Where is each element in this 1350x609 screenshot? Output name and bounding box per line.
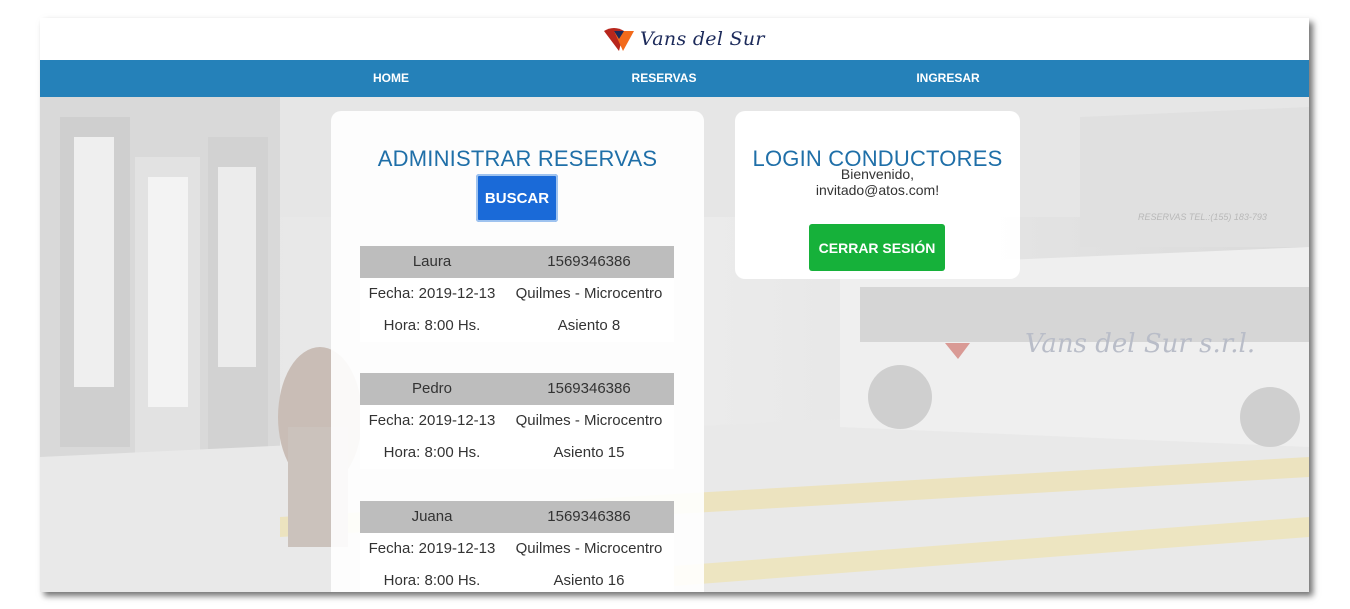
main-navbar: HOME RESERVAS INGRESAR <box>40 60 1309 97</box>
passenger-phone: 1569346386 <box>547 508 631 525</box>
reservation-date: Fecha: 2019-12-13 <box>368 285 496 302</box>
buscar-button[interactable]: BUSCAR <box>476 174 558 222</box>
reservation-header: Juana 1569346386 <box>360 501 674 533</box>
welcome-greeting: Bienvenido, <box>840 166 915 182</box>
welcome-message: Bienvenido, invitado@atos.com! <box>735 166 1020 198</box>
passenger-name: Laura <box>412 253 452 270</box>
reservation-time-row: Hora: 8:00 Hs. Asiento 8 <box>360 310 674 342</box>
reservation-time-row: Hora: 8:00 Hs. Asiento 16 <box>360 565 674 592</box>
reservation-header: Pedro 1569346386 <box>360 373 674 405</box>
reservation-time: Hora: 8:00 Hs. <box>383 317 481 334</box>
reservation-seat: Asiento 8 <box>557 317 621 334</box>
reservation-time-row: Hora: 8:00 Hs. Asiento 15 <box>360 437 674 469</box>
reservation-time: Hora: 8:00 Hs. <box>383 572 481 589</box>
reservation-date: Fecha: 2019-12-13 <box>368 412 496 429</box>
van-brand-text: Vans del Sur s.r.l. <box>1025 329 1255 359</box>
nav-ingresar[interactable]: INGRESAR <box>916 60 979 97</box>
reservation-route: Quilmes - Microcentro <box>515 540 663 557</box>
van-sign-text: RESERVAS TEL.:(155) 183-793 <box>1138 212 1267 222</box>
passenger-name: Juana <box>411 508 453 525</box>
reservation-card[interactable]: Pedro 1569346386 Fecha: 2019-12-13 Quilm… <box>360 373 674 469</box>
reservation-header: Laura 1569346386 <box>360 246 674 278</box>
reservas-panel: ADMINISTRAR RESERVAS BUSCAR Laura 156934… <box>331 111 704 592</box>
nav-reservas[interactable]: RESERVAS <box>632 60 697 97</box>
reservation-date-row: Fecha: 2019-12-13 Quilmes - Microcentro <box>360 405 674 437</box>
reservation-route: Quilmes - Microcentro <box>515 285 663 302</box>
reservation-route: Quilmes - Microcentro <box>515 412 663 429</box>
passenger-phone: 1569346386 <box>547 380 631 397</box>
header: Vans del Sur <box>40 18 1309 60</box>
brand-logo[interactable]: Vans del Sur <box>602 24 765 54</box>
reservation-card[interactable]: Laura 1569346386 Fecha: 2019-12-13 Quilm… <box>360 246 674 342</box>
reservation-time: Hora: 8:00 Hs. <box>383 444 481 461</box>
hero-background: RESERVAS TEL.:(155) 183-793 Vans del Sur… <box>40 97 1309 592</box>
nav-home[interactable]: HOME <box>373 60 409 97</box>
logout-button[interactable]: CERRAR SESIÓN <box>809 224 945 271</box>
user-email: invitado@atos.com! <box>815 182 940 198</box>
passenger-phone: 1569346386 <box>547 253 631 270</box>
reservas-title: ADMINISTRAR RESERVAS <box>377 146 658 171</box>
reservation-date-row: Fecha: 2019-12-13 Quilmes - Microcentro <box>360 278 674 310</box>
reservation-card[interactable]: Juana 1569346386 Fecha: 2019-12-13 Quilm… <box>360 501 674 592</box>
vans-del-sur-logo-icon <box>604 28 634 51</box>
reservation-seat: Asiento 15 <box>553 444 625 461</box>
brand-name: Vans del Sur <box>640 28 765 50</box>
reservation-date-row: Fecha: 2019-12-13 Quilmes - Microcentro <box>360 533 674 565</box>
browser-page: Vans del Sur HOME RESERVAS INGRESAR RESE… <box>40 18 1309 592</box>
reservation-date: Fecha: 2019-12-13 <box>368 540 496 557</box>
login-panel: LOGIN CONDUCTORES Bienvenido, invitado@a… <box>735 111 1020 279</box>
reservation-seat: Asiento 16 <box>553 572 625 589</box>
passenger-name: Pedro <box>411 380 453 397</box>
